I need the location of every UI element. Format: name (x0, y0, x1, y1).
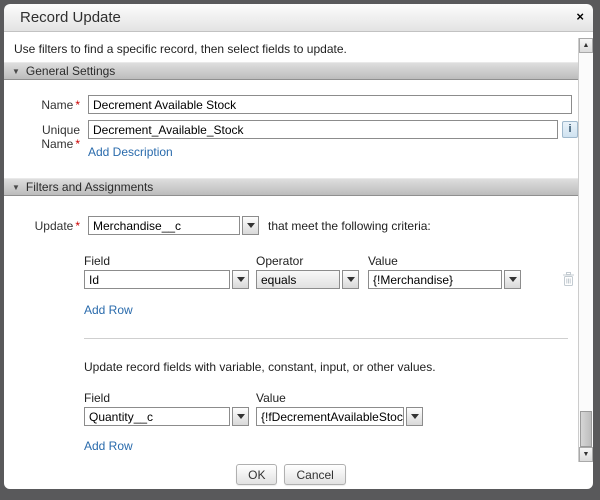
record-update-dialog: Record Update × Use filters to find a sp… (4, 4, 593, 489)
section-header-general-settings[interactable]: ▼ General Settings (4, 62, 578, 80)
section-title: General Settings (26, 64, 115, 78)
dialog-title: Record Update (20, 9, 121, 26)
chevron-down-icon[interactable] (242, 216, 259, 235)
dialog-titlebar: Record Update × (4, 4, 593, 32)
name-label: Name* (4, 98, 80, 112)
chevron-down-icon[interactable] (504, 270, 521, 289)
update-object-value[interactable]: Merchandise__c (88, 216, 240, 235)
criteria-value-combobox[interactable]: {!Merchandise} (368, 270, 521, 289)
chevron-down-icon[interactable] (342, 270, 359, 289)
dialog-content: Use filters to find a specific record, t… (4, 32, 593, 489)
chevron-down-icon[interactable] (406, 407, 423, 426)
scroll-down-icon[interactable]: ▼ (579, 447, 593, 462)
section-title: Filters and Assignments (26, 180, 153, 194)
add-row-link-criteria[interactable]: Add Row (84, 303, 133, 317)
add-row-link-assignments[interactable]: Add Row (84, 439, 133, 453)
assignments-description: Update record fields with variable, cons… (84, 360, 436, 374)
criteria-operator-value[interactable]: equals (256, 270, 340, 289)
scrollbar-thumb[interactable] (580, 411, 592, 447)
vertical-scrollbar[interactable]: ▲ ▼ (578, 38, 593, 462)
collapse-triangle-icon: ▼ (12, 67, 20, 76)
footer-button-row: OK Cancel (4, 464, 578, 485)
criteria-operator-dropdown[interactable]: equals (256, 270, 359, 289)
unique-name-label: Unique Name* (4, 123, 80, 151)
chevron-down-icon[interactable] (232, 270, 249, 289)
assignment-field-value[interactable]: Quantity__c (84, 407, 230, 426)
required-marker: * (75, 219, 80, 233)
assignment-field-combobox[interactable]: Quantity__c (84, 407, 249, 426)
column-header-field: Field (84, 254, 110, 268)
update-object-combobox[interactable]: Merchandise__c (88, 216, 259, 235)
criteria-field-value[interactable]: Id (84, 270, 230, 289)
close-icon[interactable]: × (576, 10, 584, 24)
ok-button[interactable]: OK (236, 464, 277, 485)
add-description-link[interactable]: Add Description (88, 145, 173, 159)
scrollbar-track[interactable] (579, 53, 593, 447)
unique-name-input[interactable]: Decrement_Available_Stock (88, 120, 558, 139)
criteria-value-value[interactable]: {!Merchandise} (368, 270, 502, 289)
required-marker: * (75, 98, 80, 112)
column-header-value: Value (256, 391, 286, 405)
delete-row-trash-icon[interactable] (562, 272, 575, 292)
name-input[interactable]: Decrement Available Stock (88, 95, 572, 114)
chevron-down-icon[interactable] (232, 407, 249, 426)
assignment-value-combobox[interactable]: {!fDecrementAvailableStock} (256, 407, 423, 426)
column-header-operator: Operator (256, 254, 303, 268)
criteria-field-combobox[interactable]: Id (84, 270, 249, 289)
column-header-value: Value (368, 254, 398, 268)
update-label: Update* (4, 219, 80, 233)
required-marker: * (75, 137, 80, 151)
section-header-filters-assignments[interactable]: ▼ Filters and Assignments (4, 178, 578, 196)
criteria-text: that meet the following criteria: (268, 219, 431, 233)
cancel-button[interactable]: Cancel (284, 464, 345, 485)
assignment-value-value[interactable]: {!fDecrementAvailableStock} (256, 407, 404, 426)
section-divider (84, 338, 568, 339)
dialog-description: Use filters to find a specific record, t… (14, 42, 347, 56)
column-header-field: Field (84, 391, 110, 405)
collapse-triangle-icon: ▼ (12, 183, 20, 192)
info-icon[interactable]: i (562, 121, 578, 138)
scroll-up-icon[interactable]: ▲ (579, 38, 593, 53)
